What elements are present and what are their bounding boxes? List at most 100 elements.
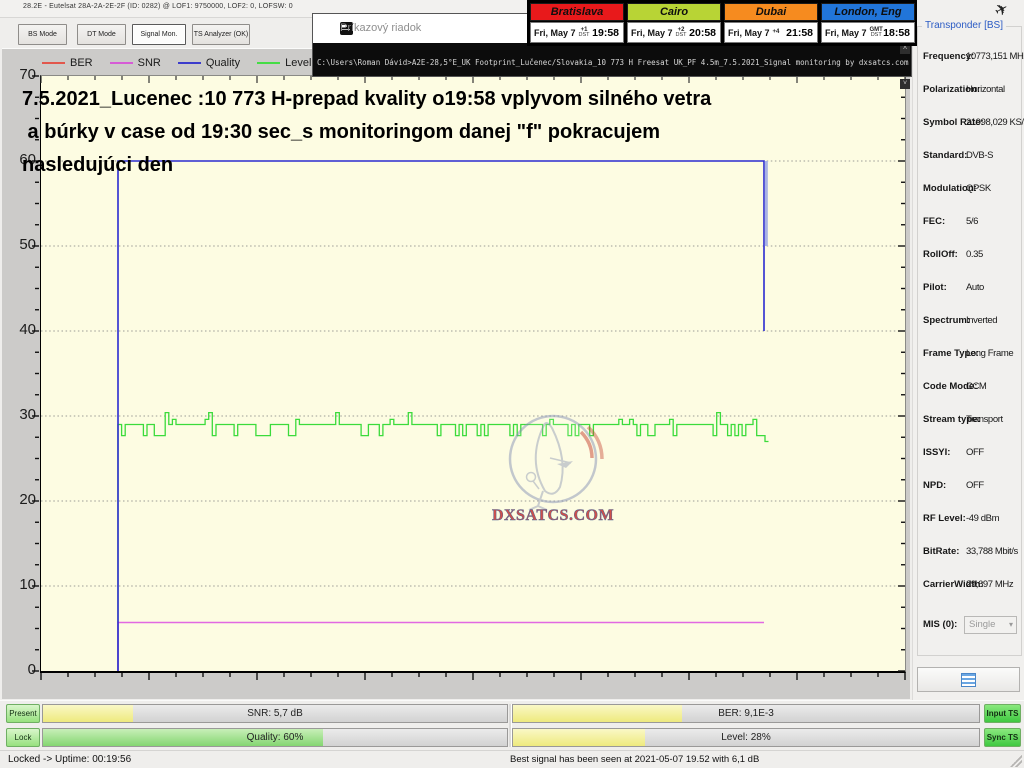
command-line-text: C:\Users\Roman Dávid>A2E-28,5°E_UK Footp… [317, 58, 909, 67]
signal-meters-panel: Present SNR: 5,7 dB BER: 9,1E-3 Input TS… [0, 700, 1024, 751]
input-ts-indicator: Input TS [984, 704, 1021, 723]
legend-label: SNR [138, 57, 161, 69]
watermark-text: DXSATCS.COM [492, 507, 614, 524]
field-value: 0.35 [966, 249, 983, 260]
transponder-row: Polarization:Horizontal [918, 84, 1021, 98]
transponder-row: Standard:DVB-S [918, 150, 1021, 164]
field-label: NPD: [923, 480, 946, 491]
field-value: CCM [966, 381, 986, 392]
clock-body: Fri, May 7 +1DST 19:58 [530, 22, 624, 43]
scroll-down-icon[interactable]: ˅ [900, 79, 910, 89]
transponder-row: BitRate: 33,788 Mbit/s [918, 546, 1021, 560]
transponder-row: Code Mode:CCM [918, 381, 1021, 395]
clock-dubai: Dubai Fri, May 7 +4 21:58 [724, 0, 818, 46]
app-window: 28.2E - Eutelsat 28A-2A-2E-2F (ID: 0282)… [0, 0, 1024, 768]
resize-grip[interactable] [1010, 755, 1022, 767]
sync-ts-indicator: Sync TS [984, 728, 1021, 747]
annotation-line: 7.5.2021_Lucenec :10 773 H-prepad kvalit… [22, 83, 882, 116]
level-bar: Level: 28% [512, 728, 980, 747]
transponder-sidebar: Transponder [BS] Frequency:10773,151 MHz… [912, 0, 1024, 700]
clock-offset: GMTDST [870, 28, 883, 38]
field-value: 5/6 [966, 216, 978, 227]
field-value: 33,788 Mbit/s [966, 546, 1018, 557]
lock-indicator: Lock [6, 728, 40, 747]
transponder-groupbox: Transponder [BS] Frequency:10773,151 MHz… [917, 26, 1022, 656]
field-value: 21998,029 KS/s [966, 117, 1024, 128]
annotation-line: nasledujúci den [22, 149, 882, 182]
clock-body: Fri, May 7 +4 21:58 [724, 22, 818, 43]
ber-line-swatch [42, 62, 65, 64]
field-value: Inverted [966, 315, 997, 326]
y-tick-label: 50 [2, 236, 36, 253]
level-series-line [118, 413, 769, 671]
field-value: OFF [966, 480, 984, 491]
field-value: Horizontal [966, 84, 1005, 95]
field-label: MIS (0): [923, 619, 957, 630]
save-log-button[interactable] [917, 667, 1020, 692]
field-label: Spectrum: [923, 315, 970, 326]
chart-annotation: 7.5.2021_Lucenec :10 773 H-prepad kvalit… [22, 83, 882, 182]
field-label: FEC: [923, 216, 945, 227]
transponder-row: RF Level:-49 dBm [918, 513, 1021, 527]
chart-legend: BER SNR Quality Level [42, 57, 311, 69]
field-label: RF Level: [923, 513, 966, 524]
clock-date: Fri, May 7 [631, 28, 673, 38]
quality-bar-text: Quality: 60% [43, 729, 507, 746]
field-value: 29,697 MHz [966, 579, 1013, 590]
ts-analyzer-button[interactable]: TS Analyzer (OK) [192, 24, 250, 45]
clock-city: London, Eng [821, 3, 915, 21]
quality-line-swatch [178, 62, 201, 64]
transponder-row: Modulation:QPSK [918, 183, 1021, 197]
legend-item-level: Level [257, 57, 311, 69]
signal-mon-button[interactable]: Signal Mon. [132, 24, 186, 45]
transponder-row: Frequency:10773,151 MHz [918, 51, 1021, 65]
field-value: Transport [966, 414, 1003, 425]
field-value: DVB-S [966, 150, 993, 161]
clock-offset: +1DST [579, 28, 590, 38]
transponder-row: Stream type:Transport [918, 414, 1021, 428]
transponder-row: ISSYI: OFF [918, 447, 1021, 461]
transponder-title: Transponder [BS] [922, 20, 1006, 31]
quality-bar: Quality: 60% [42, 728, 508, 747]
legend-label: BER [70, 57, 93, 69]
meters-divider [509, 704, 512, 747]
dxsatcs-watermark-logo: DXSATCS.COM [491, 412, 616, 526]
field-label: ISSYI: [923, 447, 950, 458]
clock-bratislava: Bratislava Fri, May 7 +1DST 19:58 [530, 0, 624, 46]
field-value: OFF [966, 447, 984, 458]
clock-offset: +4 [773, 30, 780, 35]
clock-cairo: Cairo Fri, May 7 +2DST 20:58 [627, 0, 721, 46]
y-tick-label: 20 [2, 491, 36, 508]
clock-london: London, Eng Fri, May 7 GMTDST 18:58 [821, 0, 915, 46]
command-prompt-title: Príkazový riadok [340, 22, 421, 34]
field-label: BitRate: [923, 546, 959, 557]
level-line-swatch [257, 62, 280, 64]
mis-row: MIS (0): Single▾ [918, 619, 1021, 637]
mis-dropdown[interactable]: Single▾ [964, 616, 1017, 634]
clock-time: 20:58 [689, 27, 716, 39]
clock-body: Fri, May 7 GMTDST 18:58 [821, 22, 915, 43]
snr-series-line [118, 623, 764, 672]
snr-bar-text: SNR: 5,7 dB [43, 705, 507, 722]
legend-label: Level [285, 57, 311, 69]
legend-item-ber: BER [42, 57, 93, 69]
best-signal-text: Best signal has been seen at 2021-05-07 … [510, 754, 759, 765]
bs-mode-button[interactable]: BS Mode [18, 24, 67, 45]
chevron-down-icon: ▾ [1009, 617, 1013, 633]
field-label: Pilot: [923, 282, 947, 293]
clock-body: Fri, May 7 +2DST 20:58 [627, 22, 721, 43]
field-value: QPSK [966, 183, 991, 194]
field-label: Standard: [923, 150, 967, 161]
field-value: -49 dBm [966, 513, 999, 524]
snr-line-swatch [110, 62, 133, 64]
ber-bar-text: BER: 9,1E-3 [513, 705, 979, 722]
y-tick-label: 70 [2, 66, 36, 83]
legend-label: Quality [206, 57, 240, 69]
annotation-line: a búrky v case od 19:30 sec_s monitoring… [22, 116, 882, 149]
lock-status-text: Locked -> Uptime: 00:19:56 [8, 754, 131, 765]
console-scrollbar[interactable]: ˄ ˅ [899, 44, 910, 77]
dt-mode-button[interactable]: DT Mode [77, 24, 126, 45]
clock-date: Fri, May 7 [728, 28, 770, 38]
level-bar-text: Level: 28% [513, 729, 979, 746]
snr-bar: SNR: 5,7 dB [42, 704, 508, 723]
